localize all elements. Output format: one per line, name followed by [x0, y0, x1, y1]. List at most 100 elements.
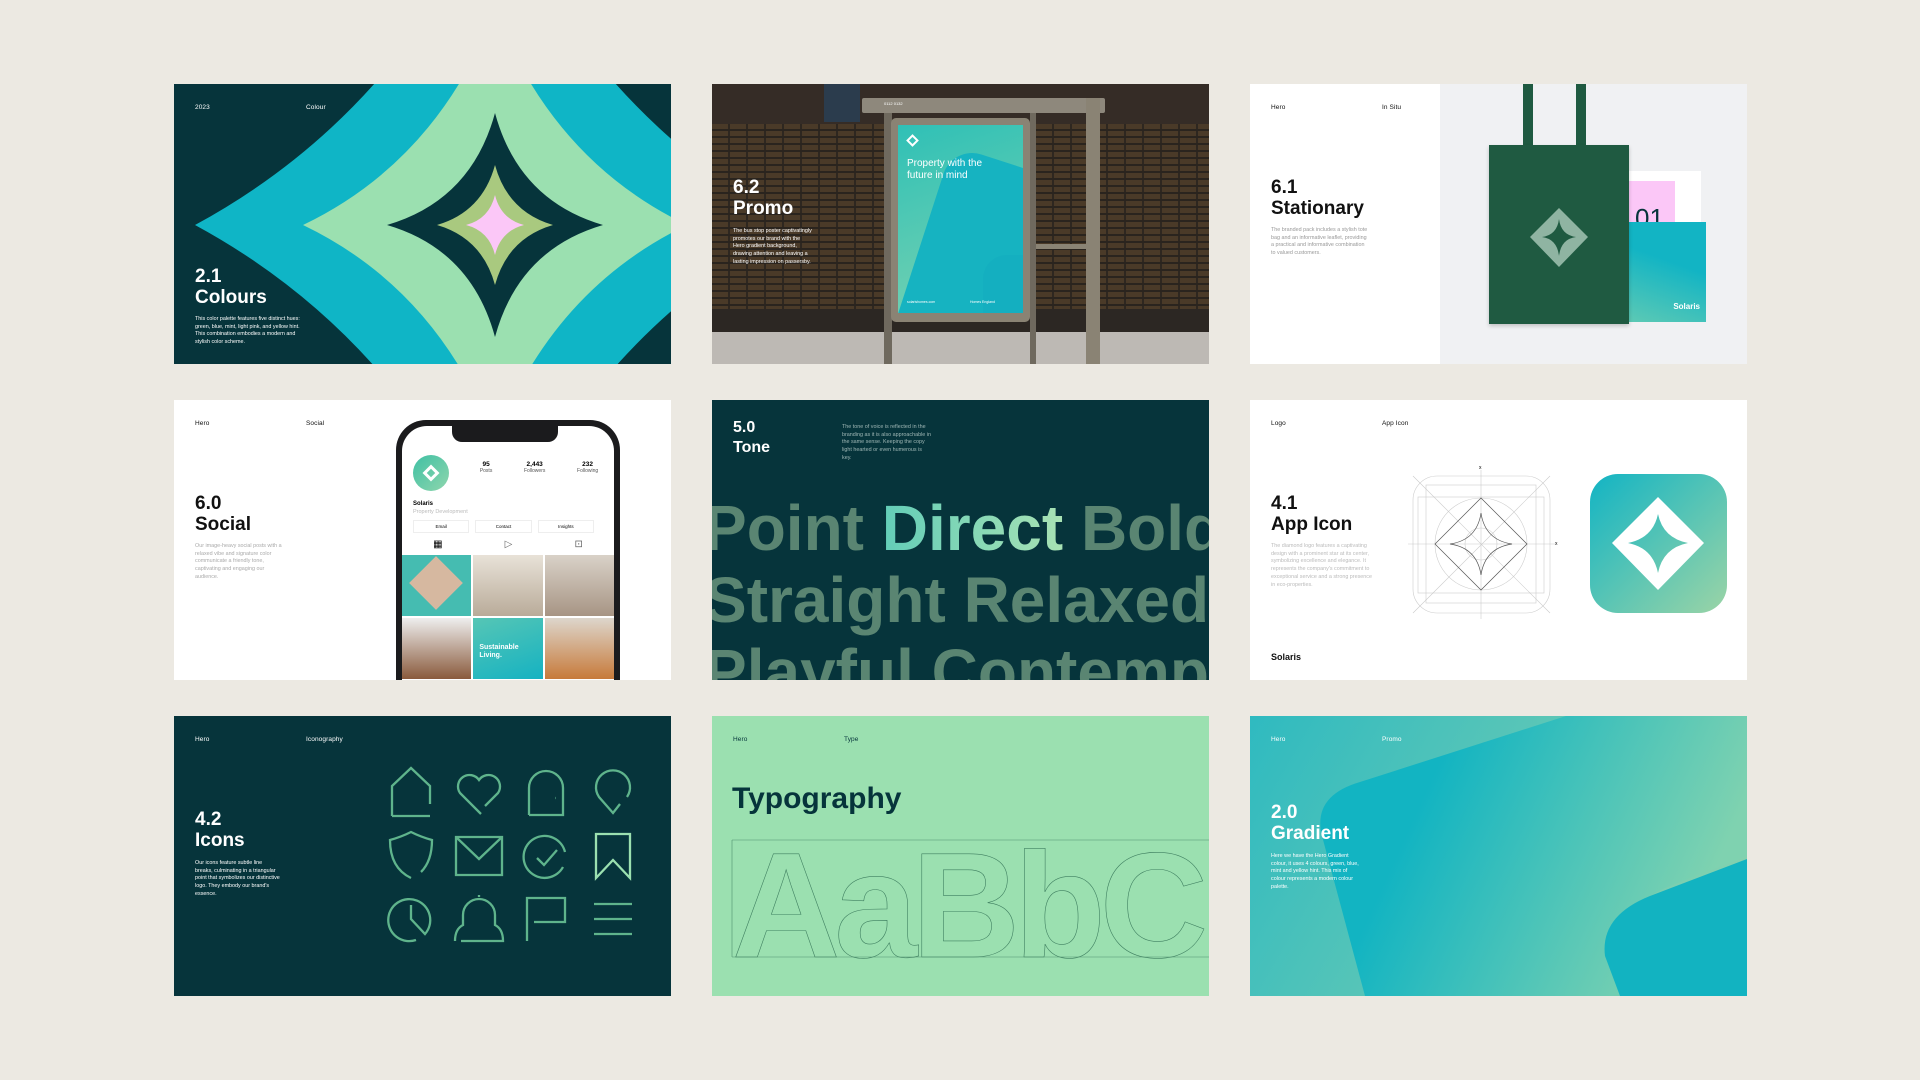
- card-typography[interactable]: Hero Type Typography AaBbC: [712, 716, 1209, 996]
- tone-line: Point Direct Bold: [712, 492, 1209, 564]
- tote-bag: [1489, 145, 1629, 324]
- diamond-logo-icon: [422, 464, 440, 482]
- section-description: The branded pack includes a stylish tote…: [1271, 227, 1368, 257]
- post-tile[interactable]: [402, 618, 472, 679]
- post-tile[interactable]: [473, 555, 543, 616]
- tone-word: Point: [712, 492, 864, 564]
- section-number: 6.1: [1271, 177, 1298, 198]
- post-tile[interactable]: Sustainable Living.: [473, 618, 543, 679]
- check-circle-icon: [522, 834, 567, 880]
- card-promo[interactable]: 0112 0132 Property with the future in mi…: [712, 84, 1209, 364]
- tone-line: Straight Relaxed: [712, 564, 1209, 636]
- card-label-left: Hero: [195, 420, 210, 427]
- tone-word: Contemporary: [931, 636, 1209, 680]
- post-tile[interactable]: [544, 555, 614, 616]
- tone-line: Playful Contemporary: [712, 636, 1209, 680]
- section-description: The bus stop poster captivatingly promot…: [733, 228, 812, 265]
- section-title: Tone: [733, 439, 771, 456]
- tone-word: Bold: [1063, 492, 1209, 564]
- grid-mark: x: [1479, 465, 1482, 471]
- card-label-right: Social: [306, 420, 325, 427]
- window: [824, 84, 860, 122]
- diamond-logo-icon: [906, 134, 919, 147]
- grid-icon[interactable]: ▦: [433, 539, 442, 550]
- bell-icon: [453, 895, 505, 943]
- stat-value: 95: [482, 461, 490, 468]
- section-title: Social: [195, 514, 251, 535]
- tone-word: Relaxed: [945, 564, 1209, 636]
- profile-stats: 95 Posts 2,443 Followers 232 Following: [464, 461, 614, 475]
- grid-mark: x: [1555, 541, 1558, 547]
- poster-url: solarishomes.com: [907, 300, 936, 304]
- profile-tabs: ▦ ▷ ⊡: [402, 539, 614, 550]
- profile-stat[interactable]: 232 Following: [577, 461, 598, 475]
- section-title: Stationary: [1271, 198, 1364, 219]
- home-icon: [390, 766, 432, 818]
- card-label-left: Hero: [1271, 104, 1286, 111]
- stat-label: Posts: [479, 468, 493, 474]
- profile-buttons: Email Contact Insights: [413, 520, 594, 533]
- profile-button-email[interactable]: Email: [413, 520, 470, 533]
- tagged-icon[interactable]: ⊡: [575, 539, 583, 550]
- play-icon[interactable]: ▷: [505, 539, 513, 550]
- phone-mockup: 95 Posts 2,443 Followers 232 Following Solari…: [396, 420, 620, 680]
- shelter-code: 0112 0132: [884, 101, 903, 106]
- section-title: Promo: [733, 198, 794, 219]
- profile-name: Solaris: [413, 501, 434, 507]
- stat-value: 2,443: [526, 461, 543, 468]
- section-number: 6.2: [733, 177, 760, 198]
- card-tone[interactable]: 5.0 Tone The tone of voice is reflected …: [712, 400, 1209, 680]
- card-icons[interactable]: Hero Iconography 4.2 Icons Our icons fea…: [174, 716, 671, 996]
- app-icon[interactable]: [1590, 474, 1727, 613]
- section-number: 6.0: [195, 493, 222, 514]
- profile-stat[interactable]: 2,443 Followers: [524, 461, 545, 475]
- specimen-glyphs: AaBbC: [732, 821, 1205, 989]
- tote-handle: [1576, 84, 1586, 146]
- bookmark-icon: [594, 832, 632, 881]
- profile-avatar[interactable]: [413, 455, 449, 491]
- mail-icon: [454, 835, 504, 877]
- post-tile[interactable]: [402, 555, 472, 616]
- tone-word: Direct: [863, 492, 1064, 564]
- profile-button-contact[interactable]: Contact: [475, 520, 532, 533]
- post-grid: Sustainable Living.: [402, 555, 614, 679]
- profile-button-insights[interactable]: Insights: [537, 520, 594, 533]
- shelter-post: [1086, 98, 1100, 364]
- bench: [1036, 244, 1086, 249]
- section-title: Colours: [195, 287, 267, 308]
- card-gradient[interactable]: Hero Promo 2.0 Gradient Here we have the…: [1250, 716, 1747, 996]
- section-number: 2.0: [1271, 802, 1298, 823]
- card-stationary[interactable]: 01 Solaris Hero In Situ 6.1 Stationary T…: [1250, 84, 1747, 364]
- section-description: The tone of voice is reflected in the br…: [842, 424, 932, 461]
- shelter-post: [1030, 113, 1036, 364]
- section-description: Our image-heavy social posts with a rela…: [195, 543, 282, 580]
- tone-words: Point Direct Bold Straight Relaxed Playful…: [712, 492, 1209, 680]
- poster-headline: Property with the future in mind: [907, 158, 983, 181]
- icon-set: [387, 766, 632, 943]
- profile-stat[interactable]: 95 Posts: [480, 461, 493, 475]
- section-number: 5.0: [733, 419, 756, 436]
- stat-label: Followers: [523, 468, 546, 474]
- section-number: 2.1: [195, 266, 222, 287]
- card-label-right: In Situ: [1382, 104, 1402, 111]
- card-label-left: Hero: [1271, 736, 1286, 743]
- section-title: Gradient: [1271, 823, 1350, 844]
- card-social[interactable]: Hero Social 6.0 Social Our image-heavy s…: [174, 400, 671, 680]
- diamond-star-icon: [1612, 497, 1704, 590]
- tone-word: Playful: [712, 636, 914, 680]
- stat-value: 232: [582, 461, 593, 468]
- section-description: Here we have the Hero Gradient colour, i…: [1271, 853, 1359, 890]
- tote-handle: [1523, 84, 1533, 146]
- profile-subtitle: Property Development: [413, 509, 468, 515]
- card-colours[interactable]: 2023 Colour 2.1 Colours This color palet…: [174, 84, 671, 364]
- pavement: [712, 332, 1209, 364]
- poster: Property with the future in mind solaris…: [898, 125, 1023, 313]
- phone-notch: [452, 426, 558, 442]
- phone-screen: 95 Posts 2,443 Followers 232 Following Solari…: [402, 426, 614, 680]
- card-label-section: Colour: [306, 104, 326, 111]
- card-label-year: 2023: [195, 104, 210, 111]
- post-tile[interactable]: [544, 618, 614, 679]
- door-icon: [527, 769, 565, 817]
- card-app-icon[interactable]: Logo App Icon 4.1 App Icon The diamond l…: [1250, 400, 1747, 680]
- post-caption: Sustainable Living.: [479, 644, 519, 659]
